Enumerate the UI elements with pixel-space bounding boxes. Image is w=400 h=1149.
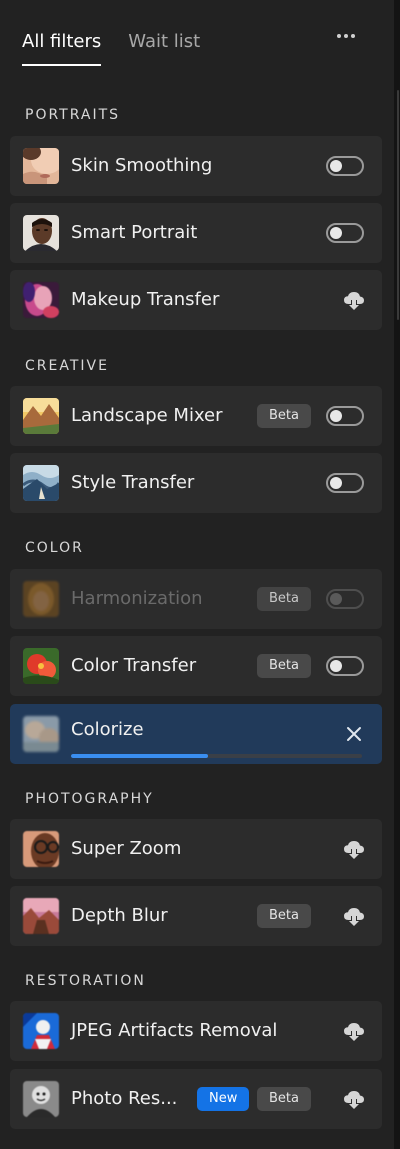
filter-row-makeup-transfer[interactable]: Makeup Transfer xyxy=(10,270,382,330)
filter-row-skin-smoothing[interactable]: Skin Smoothing xyxy=(10,136,382,196)
filter-row-super-zoom[interactable]: Super Zoom xyxy=(10,819,382,879)
depth-blur-thumbnail xyxy=(23,898,59,934)
filter-row-depth-blur[interactable]: Depth Blur Beta xyxy=(10,886,382,946)
beta-badge: Beta xyxy=(257,587,311,611)
landscape-mixer-toggle[interactable] xyxy=(326,406,364,426)
cloud-download-icon[interactable] xyxy=(342,904,366,928)
filter-label: Super Zoom xyxy=(71,838,182,859)
filter-row-harmonization: Harmonization Beta xyxy=(10,569,382,629)
filter-label: Skin Smoothing xyxy=(71,155,213,176)
filter-label: JPEG Artifacts Removal xyxy=(71,1020,278,1041)
filter-row-colorize[interactable]: Colorize xyxy=(10,704,382,764)
color-transfer-toggle[interactable] xyxy=(326,656,364,676)
beta-badge: Beta xyxy=(257,904,311,928)
progress-fill xyxy=(71,754,208,758)
scrollbar-thumb[interactable] xyxy=(397,90,399,320)
smart-portrait-toggle[interactable] xyxy=(326,223,364,243)
filter-label: Landscape Mixer xyxy=(71,405,223,426)
filter-label: Photo Res... xyxy=(71,1088,178,1109)
style-transfer-toggle[interactable] xyxy=(326,473,364,493)
filter-label: Harmonization xyxy=(71,588,203,609)
tab-wait-list[interactable]: Wait list xyxy=(128,28,200,68)
tab-bar: All filters Wait list xyxy=(22,28,200,68)
beta-badge: Beta xyxy=(257,404,311,428)
landscape-mixer-thumbnail xyxy=(23,398,59,434)
filter-row-smart-portrait[interactable]: Smart Portrait xyxy=(10,203,382,263)
filter-label: Makeup Transfer xyxy=(71,289,220,310)
cloud-download-icon[interactable] xyxy=(342,288,366,312)
filter-row-color-transfer[interactable]: Color Transfer Beta xyxy=(10,636,382,696)
colorize-progress-bar xyxy=(71,754,362,758)
filter-row-landscape-mixer[interactable]: Landscape Mixer Beta xyxy=(10,386,382,446)
colorize-thumbnail xyxy=(23,716,59,752)
neural-filters-panel: All filters Wait list PORTRAITS Skin Smo… xyxy=(0,0,394,1149)
section-title-photography: PHOTOGRAPHY xyxy=(25,791,154,807)
skin-smoothing-thumbnail xyxy=(23,148,59,184)
photo-restoration-thumbnail xyxy=(23,1081,59,1117)
section-title-portraits: PORTRAITS xyxy=(25,107,121,123)
filter-label: Smart Portrait xyxy=(71,222,198,243)
makeup-transfer-thumbnail xyxy=(23,282,59,318)
skin-smoothing-toggle[interactable] xyxy=(326,156,364,176)
filter-label: Depth Blur xyxy=(71,905,168,926)
section-title-creative: CREATIVE xyxy=(25,358,109,374)
close-icon[interactable] xyxy=(344,724,364,744)
cloud-download-icon[interactable] xyxy=(342,837,366,861)
section-title-color: COLOR xyxy=(25,540,84,556)
color-transfer-thumbnail xyxy=(23,648,59,684)
filter-row-style-transfer[interactable]: Style Transfer xyxy=(10,453,382,513)
harmonization-toggle xyxy=(326,589,364,609)
new-badge: New xyxy=(197,1087,250,1111)
harmonization-thumbnail xyxy=(23,581,59,617)
filter-label: Color Transfer xyxy=(71,655,197,676)
filter-row-jpeg-artifacts-removal[interactable]: JPEG Artifacts Removal xyxy=(10,1001,382,1061)
tab-all-filters[interactable]: All filters xyxy=(22,28,102,68)
filter-label: Style Transfer xyxy=(71,472,195,493)
beta-badge: Beta xyxy=(257,1087,311,1111)
more-options-icon[interactable] xyxy=(333,24,359,48)
super-zoom-thumbnail xyxy=(23,831,59,867)
filter-label: Colorize xyxy=(71,719,144,740)
cloud-download-icon[interactable] xyxy=(342,1019,366,1043)
section-title-restoration: RESTORATION xyxy=(25,973,146,989)
beta-badge: Beta xyxy=(257,654,311,678)
jpeg-artifacts-removal-thumbnail xyxy=(23,1013,59,1049)
cloud-download-icon[interactable] xyxy=(342,1087,366,1111)
filter-row-photo-restoration[interactable]: Photo Res... New Beta xyxy=(10,1069,382,1129)
style-transfer-thumbnail xyxy=(23,465,59,501)
smart-portrait-thumbnail xyxy=(23,215,59,251)
